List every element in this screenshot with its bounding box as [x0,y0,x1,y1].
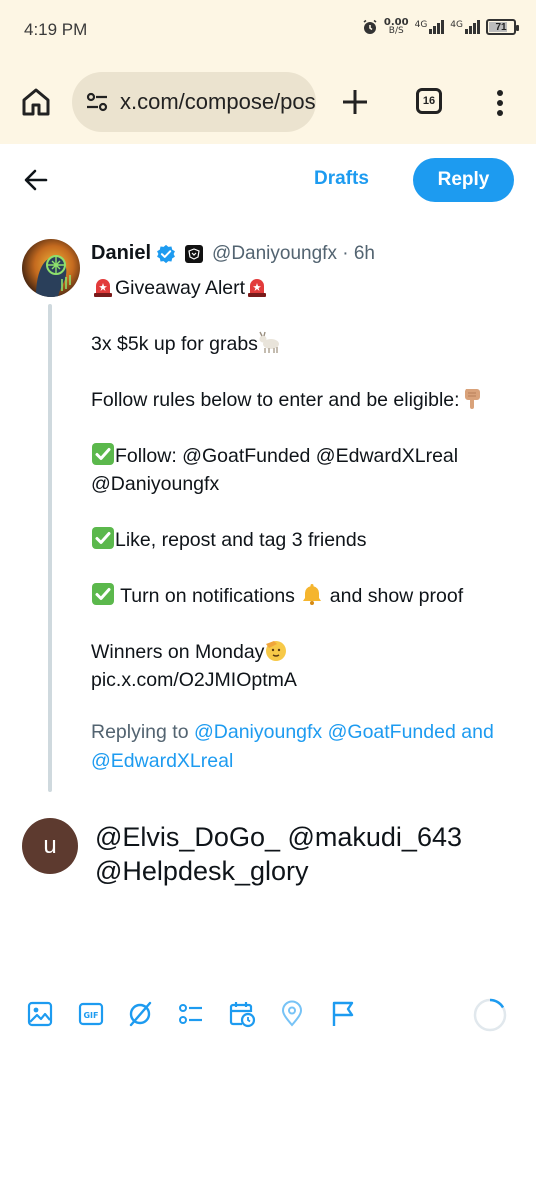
svg-text:GIF: GIF [83,1011,98,1020]
reply-line-2: @Helpdesk_glory [95,856,309,886]
location-icon[interactable] [278,1000,306,1028]
tab-switcher-button[interactable]: 16 [416,88,442,114]
tweet-line-winners: Winners on Monday [91,638,521,666]
character-count-ring [473,998,507,1032]
reply-submit-button[interactable]: Reply [413,158,514,202]
grok-icon[interactable] [126,1000,154,1028]
image-icon[interactable] [26,1000,54,1028]
signal-2: 4G [450,20,480,34]
network-type-1: 4G [414,20,428,30]
status-icons: 0.00 B/S 4G 4G 71 [362,18,519,36]
home-icon[interactable] [20,86,52,118]
alarm-icon [363,19,377,34]
drafts-button[interactable]: Drafts [300,166,383,192]
user-avatar[interactable]: u [22,818,78,874]
signal-1: 4G [415,20,445,34]
point-down-emoji-icon [464,389,480,409]
siren-emoji-icon [94,279,112,297]
tweet-line-rules: Follow rules below to enter and be eligi… [91,386,521,414]
compose-toolbar: GIF [24,998,514,1034]
check-mark-emoji-icon [92,527,114,549]
battery-indicator: 71 [486,19,519,35]
address-bar[interactable]: x.com/compose/pos [72,72,316,132]
author-avatar[interactable] [22,239,80,297]
thread-line [48,304,52,792]
url-text: x.com/compose/pos [120,89,316,114]
tweet-line-like: Like, repost and tag 3 friends [91,526,521,554]
tweet-line-alert: Giveaway Alert [91,274,521,302]
status-bar: 4:19 PM 0.00 B/S 4G 4G 71 [0,0,536,60]
tweet-media-link[interactable]: pic.x.com/O2JMIOptmA [91,666,521,694]
affiliate-badge-icon [185,244,204,263]
tweet-line-follow-2: @Daniyoungfx [91,473,220,495]
gif-icon[interactable]: GIF [77,1000,105,1028]
tweet-line-notify: Turn on notifications and show proof [91,582,521,610]
status-time: 4:19 PM [24,20,88,39]
saluting-face-emoji-icon [266,641,287,661]
bell-emoji-icon [303,584,322,605]
check-mark-emoji-icon [92,583,114,605]
poll-icon[interactable] [177,1000,205,1028]
author-name[interactable]: Daniel [91,242,151,265]
tweet-line-follow: Follow: @GoatFunded @EdwardXLreal [91,442,521,470]
replying-and[interactable]: and [461,721,494,743]
site-settings-icon[interactable] [84,89,110,115]
goat-emoji-icon [259,331,279,353]
check-mark-emoji-icon [92,443,114,465]
replying-to: Replying to @Daniyoungfx @GoatFunded and… [91,721,494,772]
network-speed: 0.00 B/S [384,18,409,36]
flag-icon[interactable] [329,1000,357,1028]
replying-link-3[interactable]: @EdwardXLreal [91,750,233,772]
reply-text-input[interactable]: @Elvis_DoGo_ @makudi_643 @Helpdesk_glory [95,820,515,888]
verified-badge-icon [157,244,175,263]
tweet-header: Daniel @Daniyoungfx · 6h [91,242,375,265]
new-tab-icon[interactable] [340,87,370,117]
tweet-time: 6h [353,242,375,264]
tweet-text: Giveaway Alert 3x $5k up for grabs Follo… [91,274,521,694]
network-type-2: 4G [450,20,463,30]
battery-level: 71 [495,21,507,33]
tweet-line-prize: 3x $5k up for grabs [91,330,521,358]
schedule-icon[interactable] [228,1000,256,1028]
browser-toolbar: x.com/compose/pos 16 [0,60,536,144]
replying-link-2[interactable]: @GoatFunded [328,721,456,743]
speed-unit: B/S [388,26,404,36]
siren-emoji-icon [248,279,267,297]
reply-line-1: @Elvis_DoGo_ @makudi_643 [95,822,462,852]
author-handle: @Daniyoungfx · 6h [212,242,375,264]
replying-link-1[interactable]: @Daniyoungfx [194,721,322,743]
back-arrow-icon[interactable] [22,166,50,194]
more-menu-icon[interactable] [490,88,510,118]
